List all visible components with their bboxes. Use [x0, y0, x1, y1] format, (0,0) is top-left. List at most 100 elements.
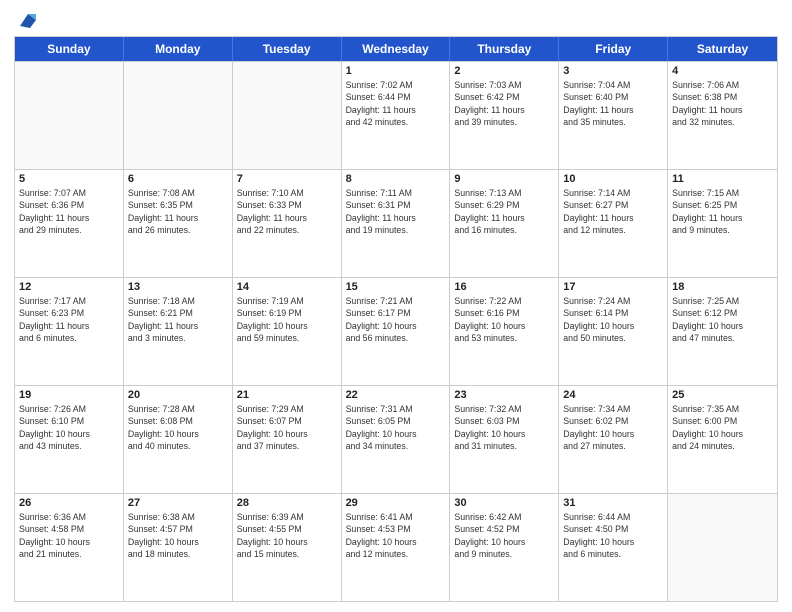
cell-date-number: 25 [672, 389, 773, 401]
calendar-row-3: 19 Sunrise: 7:26 AM Sunset: 6:10 PM Dayli… [15, 385, 777, 493]
calendar-day-header-thursday: Thursday [450, 37, 559, 61]
cell-date-number: 28 [237, 497, 337, 509]
calendar-day-21: 21Sunrise: 7:29 AM Sunset: 6:07 PM Dayli… [233, 386, 342, 493]
calendar-day-23: 23Sunrise: 7:32 AM Sunset: 6:03 PM Dayli… [450, 386, 559, 493]
calendar-day-19: 19 Sunrise: 7:26 AM Sunset: 6:10 PM Dayli… [15, 386, 124, 493]
calendar-day-header-sunday: Sunday [15, 37, 124, 61]
cell-info-text: Sunrise: 7:29 AM Sunset: 6:07 PM Dayligh… [237, 403, 337, 452]
cell-info-text: Sunrise: 7:13 AM Sunset: 6:29 PM Dayligh… [454, 187, 554, 236]
cell-info-text: Sunrise: 6:44 AM Sunset: 4:50 PM Dayligh… [563, 511, 663, 560]
cell-info-text: Sunrise: 7:32 AM Sunset: 6:03 PM Dayligh… [454, 403, 554, 452]
calendar-body: 1Sunrise: 7:02 AM Sunset: 6:44 PM Daylig… [15, 61, 777, 601]
cell-date-number: 4 [672, 65, 773, 77]
cell-info-text: Sunrise: 7:28 AM Sunset: 6:08 PM Dayligh… [128, 403, 228, 452]
page: SundayMondayTuesdayWednesdayThursdayFrid… [0, 0, 792, 612]
calendar-day-8: 8 Sunrise: 7:11 AM Sunset: 6:31 PM Daylig… [342, 170, 451, 277]
calendar-day-5: 5Sunrise: 7:07 AM Sunset: 6:36 PM Daylig… [15, 170, 124, 277]
cell-date-number: 27 [128, 497, 228, 509]
calendar: SundayMondayTuesdayWednesdayThursdayFrid… [14, 36, 778, 602]
calendar-day-15: 15 Sunrise: 7:21 AM Sunset: 6:17 PM Dayli… [342, 278, 451, 385]
cell-date-number: 7 [237, 173, 337, 185]
cell-date-number: 22 [346, 389, 446, 401]
cell-date-number: 18 [672, 281, 773, 293]
logo-icon [18, 10, 38, 30]
calendar-day-1: 1Sunrise: 7:02 AM Sunset: 6:44 PM Daylig… [342, 62, 451, 169]
cell-date-number: 20 [128, 389, 228, 401]
calendar-day-16: 16Sunrise: 7:22 AM Sunset: 6:16 PM Dayli… [450, 278, 559, 385]
cell-info-text: Sunrise: 7:34 AM Sunset: 6:02 PM Dayligh… [563, 403, 663, 452]
cell-date-number: 24 [563, 389, 663, 401]
calendar-day-3: 3 Sunrise: 7:04 AM Sunset: 6:40 PM Daylig… [559, 62, 668, 169]
cell-date-number: 3 [563, 65, 663, 77]
calendar-day-31: 31 Sunrise: 6:44 AM Sunset: 4:50 PM Dayli… [559, 494, 668, 601]
cell-date-number: 8 [346, 173, 446, 185]
calendar-day-29: 29 Sunrise: 6:41 AM Sunset: 4:53 PM Dayli… [342, 494, 451, 601]
calendar-day-7: 7Sunrise: 7:10 AM Sunset: 6:33 PM Daylig… [233, 170, 342, 277]
cell-date-number: 12 [19, 281, 119, 293]
cell-info-text: Sunrise: 6:36 AM Sunset: 4:58 PM Dayligh… [19, 511, 119, 560]
cell-info-text: Sunrise: 7:24 AM Sunset: 6:14 PM Dayligh… [563, 295, 663, 344]
calendar-row-0: 1Sunrise: 7:02 AM Sunset: 6:44 PM Daylig… [15, 61, 777, 169]
cell-date-number: 29 [346, 497, 446, 509]
calendar-day-14: 14 Sunrise: 7:19 AM Sunset: 6:19 PM Dayli… [233, 278, 342, 385]
calendar-empty-cell [233, 62, 342, 169]
cell-date-number: 31 [563, 497, 663, 509]
calendar-row-4: 26 Sunrise: 6:36 AM Sunset: 4:58 PM Dayli… [15, 493, 777, 601]
cell-date-number: 2 [454, 65, 554, 77]
calendar-day-13: 13Sunrise: 7:18 AM Sunset: 6:21 PM Dayli… [124, 278, 233, 385]
cell-info-text: Sunrise: 7:02 AM Sunset: 6:44 PM Dayligh… [346, 79, 446, 128]
cell-info-text: Sunrise: 7:11 AM Sunset: 6:31 PM Dayligh… [346, 187, 446, 236]
cell-date-number: 15 [346, 281, 446, 293]
cell-info-text: Sunrise: 7:21 AM Sunset: 6:17 PM Dayligh… [346, 295, 446, 344]
cell-date-number: 26 [19, 497, 119, 509]
calendar-header-row: SundayMondayTuesdayWednesdayThursdayFrid… [15, 37, 777, 61]
calendar-day-header-wednesday: Wednesday [342, 37, 451, 61]
calendar-empty-cell [124, 62, 233, 169]
calendar-day-10: 10 Sunrise: 7:14 AM Sunset: 6:27 PM Dayli… [559, 170, 668, 277]
calendar-day-26: 26 Sunrise: 6:36 AM Sunset: 4:58 PM Dayli… [15, 494, 124, 601]
cell-info-text: Sunrise: 7:15 AM Sunset: 6:25 PM Dayligh… [672, 187, 773, 236]
calendar-day-20: 20 Sunrise: 7:28 AM Sunset: 6:08 PM Dayli… [124, 386, 233, 493]
calendar-row-1: 5Sunrise: 7:07 AM Sunset: 6:36 PM Daylig… [15, 169, 777, 277]
cell-date-number: 19 [19, 389, 119, 401]
calendar-day-6: 6 Sunrise: 7:08 AM Sunset: 6:35 PM Daylig… [124, 170, 233, 277]
cell-info-text: Sunrise: 7:35 AM Sunset: 6:00 PM Dayligh… [672, 403, 773, 452]
cell-info-text: Sunrise: 7:07 AM Sunset: 6:36 PM Dayligh… [19, 187, 119, 236]
cell-date-number: 17 [563, 281, 663, 293]
cell-info-text: Sunrise: 6:41 AM Sunset: 4:53 PM Dayligh… [346, 511, 446, 560]
cell-info-text: Sunrise: 7:19 AM Sunset: 6:19 PM Dayligh… [237, 295, 337, 344]
header [14, 10, 778, 30]
calendar-day-25: 25 Sunrise: 7:35 AM Sunset: 6:00 PM Dayli… [668, 386, 777, 493]
cell-date-number: 30 [454, 497, 554, 509]
calendar-day-header-tuesday: Tuesday [233, 37, 342, 61]
cell-info-text: Sunrise: 7:14 AM Sunset: 6:27 PM Dayligh… [563, 187, 663, 236]
calendar-day-22: 22Sunrise: 7:31 AM Sunset: 6:05 PM Dayli… [342, 386, 451, 493]
calendar-day-4: 4 Sunrise: 7:06 AM Sunset: 6:38 PM Daylig… [668, 62, 777, 169]
cell-info-text: Sunrise: 7:04 AM Sunset: 6:40 PM Dayligh… [563, 79, 663, 128]
logo [14, 10, 38, 30]
calendar-day-11: 11Sunrise: 7:15 AM Sunset: 6:25 PM Dayli… [668, 170, 777, 277]
cell-info-text: Sunrise: 6:38 AM Sunset: 4:57 PM Dayligh… [128, 511, 228, 560]
cell-info-text: Sunrise: 7:03 AM Sunset: 6:42 PM Dayligh… [454, 79, 554, 128]
cell-date-number: 14 [237, 281, 337, 293]
calendar-day-12: 12 Sunrise: 7:17 AM Sunset: 6:23 PM Dayli… [15, 278, 124, 385]
calendar-empty-cell [15, 62, 124, 169]
cell-info-text: Sunrise: 7:17 AM Sunset: 6:23 PM Dayligh… [19, 295, 119, 344]
cell-info-text: Sunrise: 7:08 AM Sunset: 6:35 PM Dayligh… [128, 187, 228, 236]
calendar-day-header-friday: Friday [559, 37, 668, 61]
calendar-day-18: 18 Sunrise: 7:25 AM Sunset: 6:12 PM Dayli… [668, 278, 777, 385]
cell-info-text: Sunrise: 7:06 AM Sunset: 6:38 PM Dayligh… [672, 79, 773, 128]
cell-info-text: Sunrise: 6:39 AM Sunset: 4:55 PM Dayligh… [237, 511, 337, 560]
calendar-day-header-saturday: Saturday [668, 37, 777, 61]
cell-info-text: Sunrise: 7:18 AM Sunset: 6:21 PM Dayligh… [128, 295, 228, 344]
calendar-day-17: 17 Sunrise: 7:24 AM Sunset: 6:14 PM Dayli… [559, 278, 668, 385]
cell-date-number: 9 [454, 173, 554, 185]
calendar-day-2: 2 Sunrise: 7:03 AM Sunset: 6:42 PM Daylig… [450, 62, 559, 169]
cell-date-number: 10 [563, 173, 663, 185]
cell-info-text: Sunrise: 7:25 AM Sunset: 6:12 PM Dayligh… [672, 295, 773, 344]
calendar-day-9: 9 Sunrise: 7:13 AM Sunset: 6:29 PM Daylig… [450, 170, 559, 277]
calendar-day-24: 24 Sunrise: 7:34 AM Sunset: 6:02 PM Dayli… [559, 386, 668, 493]
cell-date-number: 16 [454, 281, 554, 293]
cell-info-text: Sunrise: 7:26 AM Sunset: 6:10 PM Dayligh… [19, 403, 119, 452]
cell-date-number: 6 [128, 173, 228, 185]
